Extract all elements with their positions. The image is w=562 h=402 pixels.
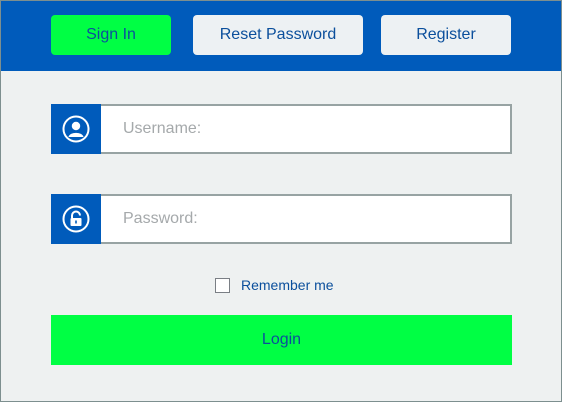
login-panel: Sign In Reset Password Register Remember [0, 0, 562, 402]
remember-me-label: Remember me [241, 277, 334, 293]
user-icon [51, 104, 101, 154]
password-input[interactable] [103, 196, 528, 242]
unlock-icon [51, 194, 101, 244]
login-button[interactable]: Login [51, 315, 512, 365]
tab-register[interactable]: Register [381, 15, 511, 55]
remember-me[interactable]: Remember me [215, 277, 334, 293]
remember-me-checkbox[interactable] [215, 277, 230, 293]
password-field [51, 194, 528, 244]
tab-bar: Sign In Reset Password Register [1, 1, 561, 71]
username-field [51, 104, 528, 154]
tab-sign-in[interactable]: Sign In [51, 15, 171, 55]
username-input[interactable] [103, 106, 528, 152]
tab-reset-password[interactable]: Reset Password [193, 15, 363, 55]
